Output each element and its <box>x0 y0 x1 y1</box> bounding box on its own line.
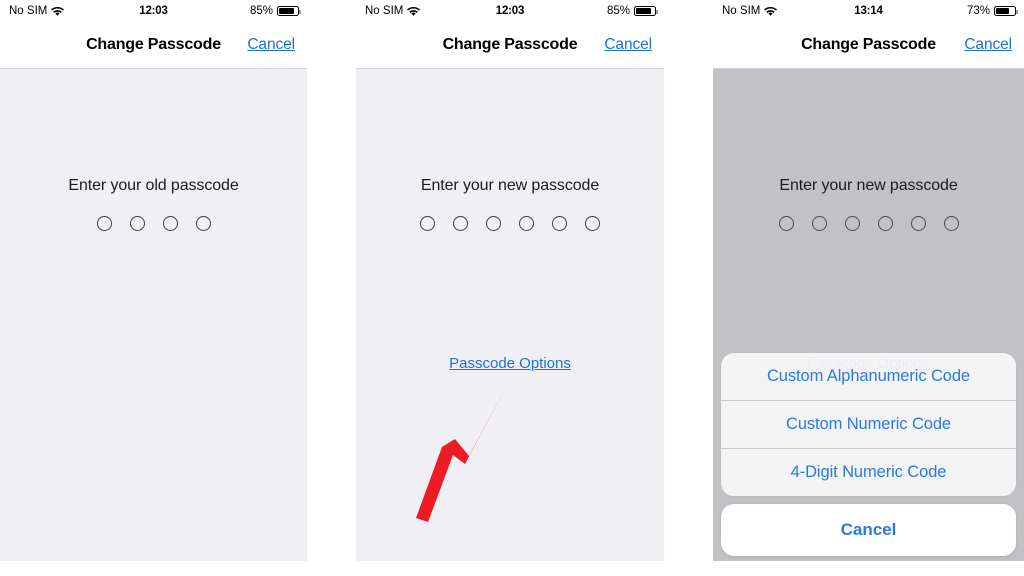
action-sheet-option-custom-alphanumeric[interactable]: Custom Alphanumeric Code <box>721 353 1016 400</box>
nav-bar: Change Passcode Cancel <box>356 22 664 69</box>
passcode-content: Enter your old passcode <box>0 69 307 561</box>
action-sheet-option-custom-numeric[interactable]: Custom Numeric Code <box>721 400 1016 448</box>
action-sheet-options-group: Custom Alphanumeric Code Custom Numeric … <box>721 353 1016 496</box>
status-bar-right: 85% <box>249 5 301 17</box>
cancel-button[interactable]: Cancel <box>604 36 652 54</box>
passcode-dot <box>877 216 893 231</box>
passcode-dot <box>96 216 112 231</box>
passcode-options-link[interactable]: Passcode Options <box>356 355 664 372</box>
status-bar: No SIM 13:14 73% <box>713 0 1024 22</box>
battery-icon <box>994 6 1018 16</box>
status-bar: No SIM 12:03 85% <box>356 0 664 22</box>
battery-icon <box>277 6 301 16</box>
action-sheet-option-4-digit-numeric[interactable]: 4-Digit Numeric Code <box>721 448 1016 496</box>
passcode-dot <box>943 216 959 231</box>
passcode-prompt: Enter your new passcode <box>420 177 600 194</box>
passcode-dot <box>811 216 827 231</box>
passcode-dot <box>844 216 860 231</box>
battery-icon <box>634 6 658 16</box>
battery-percent-label: 73% <box>966 5 990 17</box>
passcode-dot <box>910 216 926 231</box>
cancel-button[interactable]: Cancel <box>247 36 295 54</box>
passcode-dots[interactable] <box>356 216 664 231</box>
passcode-dot <box>453 216 468 231</box>
passcode-dot <box>420 216 435 231</box>
passcode-dot <box>585 216 600 231</box>
passcode-content: Enter your new passcode Passcode Options… <box>713 69 1024 561</box>
passcode-dot <box>486 216 501 231</box>
status-bar-right: 85% <box>606 5 658 17</box>
passcode-dot <box>129 216 145 231</box>
passcode-options-action-sheet: Custom Alphanumeric Code Custom Numeric … <box>721 353 1016 556</box>
passcode-dot <box>162 216 178 231</box>
nav-bar: Change Passcode Cancel <box>713 22 1024 69</box>
passcode-dot <box>778 216 794 231</box>
action-sheet-cancel-button[interactable]: Cancel <box>721 504 1016 556</box>
battery-percent-label: 85% <box>606 5 630 17</box>
screenshot-panel-old-passcode: No SIM 12:03 85% Change Passcode Cancel … <box>0 0 307 561</box>
status-bar: No SIM 12:03 85% <box>0 0 307 22</box>
passcode-dots[interactable] <box>713 216 1024 231</box>
action-sheet-cancel-group: Cancel <box>721 504 1016 556</box>
passcode-dot <box>519 216 534 231</box>
cancel-button[interactable]: Cancel <box>964 36 1012 54</box>
passcode-content: Enter your new passcode Passcode Options <box>356 69 664 561</box>
passcode-prompt: Enter your new passcode <box>779 177 958 194</box>
passcode-dot <box>195 216 211 231</box>
battery-percent-label: 85% <box>249 5 273 17</box>
passcode-dots[interactable] <box>0 216 307 231</box>
screenshot-panel-passcode-options-sheet: No SIM 13:14 73% Change Passcode Cancel … <box>713 0 1024 561</box>
passcode-dot <box>552 216 567 231</box>
nav-bar: Change Passcode Cancel <box>0 22 307 69</box>
passcode-prompt: Enter your old passcode <box>68 177 239 194</box>
status-bar-right: 73% <box>966 5 1018 17</box>
screenshot-panel-new-passcode: No SIM 12:03 85% Change Passcode Cancel … <box>356 0 664 561</box>
